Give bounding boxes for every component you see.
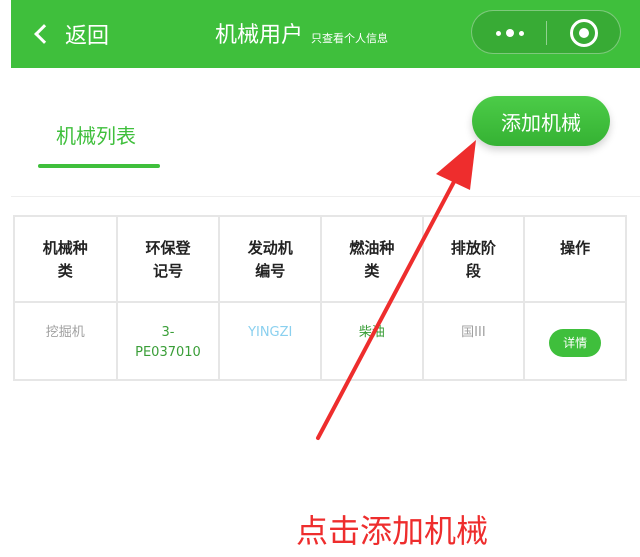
annotation-caption: 点击添加机械 — [296, 512, 489, 550]
annotation-arrow — [316, 140, 476, 440]
arrow-head — [436, 140, 476, 190]
arrow-shaft — [316, 176, 458, 440]
